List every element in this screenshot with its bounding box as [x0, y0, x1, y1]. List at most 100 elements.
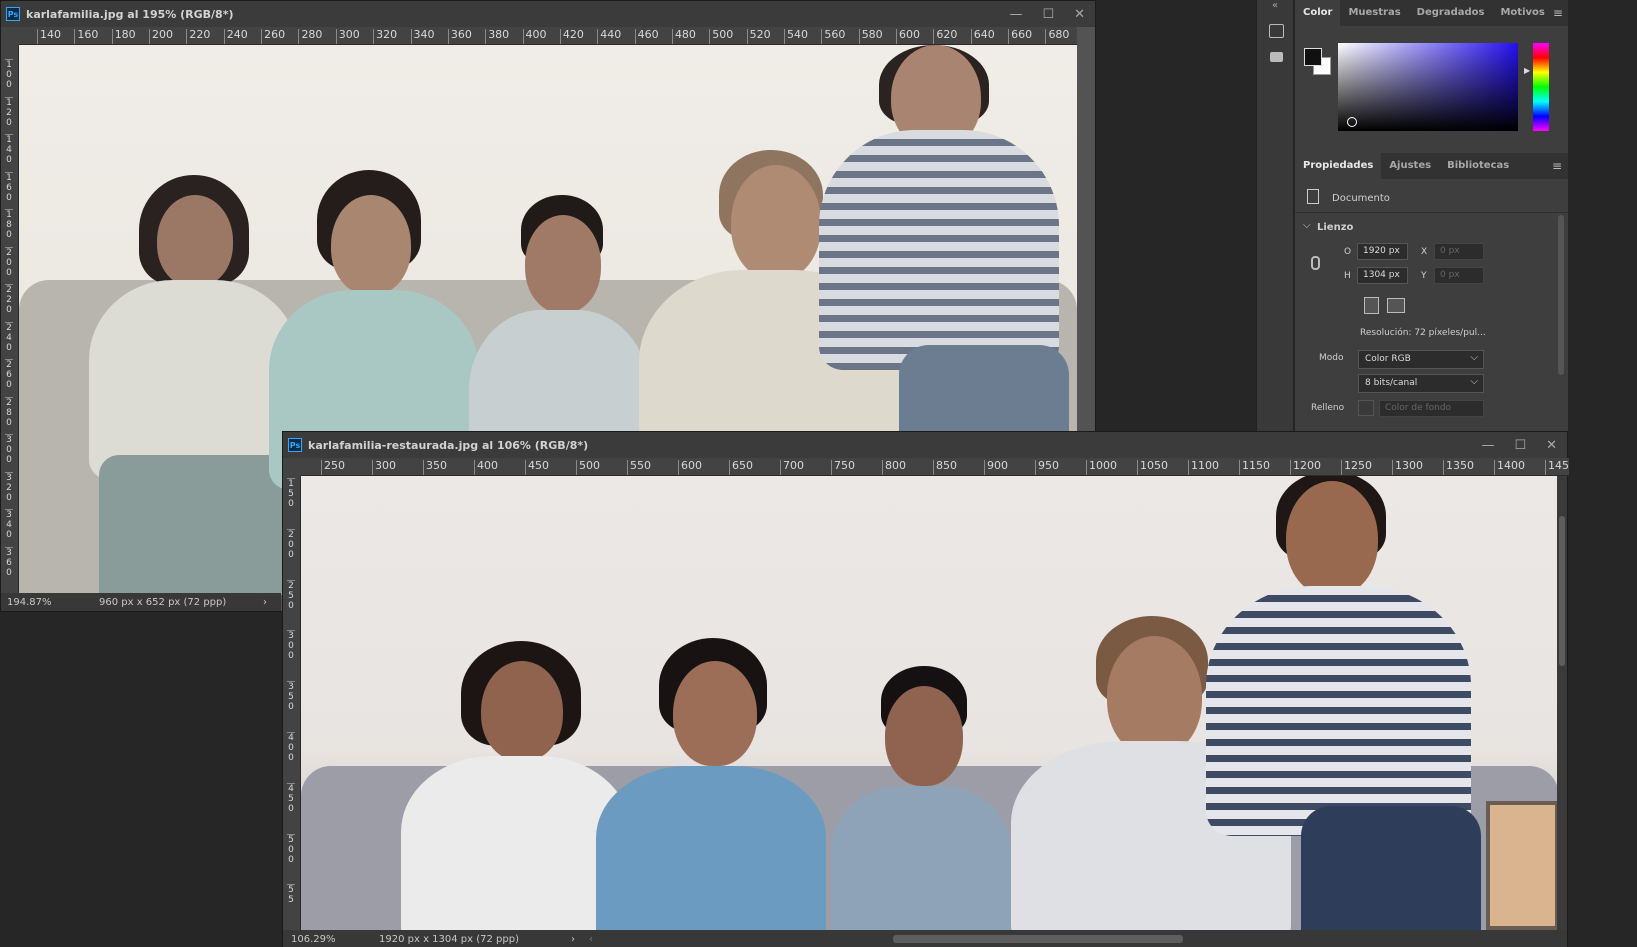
color-field[interactable] — [1338, 43, 1518, 131]
ruler-tick-label: 600 — [678, 460, 702, 475]
ruler-tick-label: 500 — [287, 833, 295, 865]
color-picker-marker[interactable] — [1347, 117, 1357, 127]
portrait-orientation-icon[interactable] — [1364, 297, 1379, 314]
x-field[interactable]: 0 px — [1434, 243, 1484, 260]
ruler-tick-label: 140 — [5, 134, 13, 165]
document-label: Documento — [1332, 193, 1390, 204]
hue-slider[interactable] — [1533, 43, 1549, 131]
height-field[interactable]: 1304 px — [1357, 267, 1408, 284]
width-field[interactable]: 1920 px — [1357, 243, 1408, 260]
vertical-ruler[interactable]: 150 200 250 300 350 400 450 500 55 — [283, 476, 301, 930]
fill-select[interactable]: Color de fondo — [1379, 400, 1484, 417]
fill-swatch[interactable] — [1358, 400, 1374, 416]
horizontal-ruler[interactable]: 140 160 180 200 220 240 260 280 300 320 340 360 380 4… — [19, 27, 1077, 45]
ruler-tick-label: 300 — [287, 630, 295, 662]
window-titlebar[interactable]: Ps karlafamilia-restaurada.jpg al 106% (… — [283, 432, 1567, 458]
link-dimensions-icon[interactable] — [1311, 256, 1320, 270]
document-window-restored[interactable]: Ps karlafamilia-restaurada.jpg al 106% (… — [282, 431, 1569, 947]
ruler-tick-label: 200 — [287, 528, 295, 560]
ruler-tick-label: 300 — [372, 460, 396, 475]
horizontal-ruler[interactable]: 250 300 350 400 450 500 550 600 650 700 750 800 850 9… — [301, 458, 1569, 476]
section-lienzo[interactable]: Lienzo — [1317, 222, 1353, 233]
document-info[interactable]: 960 px x 652 px (72 ppp) — [99, 597, 226, 608]
tab-color[interactable]: Color — [1295, 0, 1341, 26]
close-icon[interactable]: ✕ — [1074, 7, 1085, 22]
ruler-tick-label: 340 — [410, 29, 435, 44]
horizontal-scrollbar[interactable] — [893, 935, 1183, 943]
tab-muestras[interactable]: Muestras — [1340, 0, 1408, 26]
tab-motivos[interactable]: Motivos — [1492, 0, 1552, 26]
ruler-tick-label: 700 — [780, 460, 804, 475]
landscape-orientation-icon[interactable] — [1387, 298, 1405, 313]
ruler-tick-label: 540 — [784, 29, 808, 44]
ruler-tick-label: 220 — [5, 284, 13, 315]
ruler-tick-label: 580 — [858, 29, 883, 44]
ruler-tick-label: 500 — [709, 29, 733, 44]
ruler-tick-label: 1350 — [1443, 460, 1474, 475]
maximize-icon[interactable]: ☐ — [1514, 438, 1526, 453]
canvas-photo-restored[interactable] — [301, 476, 1559, 930]
ruler-tick-label: 320 — [5, 471, 13, 503]
comments-icon[interactable] — [1270, 52, 1283, 62]
bit-depth-select[interactable]: 8 bits/canal — [1358, 373, 1484, 393]
minimize-icon[interactable]: — — [1481, 438, 1494, 453]
divider — [1295, 212, 1568, 213]
ruler-tick-label: 500 — [576, 460, 600, 475]
ruler-tick-label: 420 — [559, 29, 584, 44]
vertical-ruler[interactable]: 100 120 140 160 180 200 220 240 260 280 300 320 340 3… — [1, 45, 19, 595]
window-titlebar[interactable]: Ps karlafamilia.jpg al 195% (RGB/8*) — ☐… — [1, 1, 1095, 27]
tab-degradados[interactable]: Degradados — [1409, 0, 1493, 26]
zoom-level[interactable]: 106.29% — [291, 934, 379, 945]
ruler-tick-label: 640 — [970, 29, 995, 44]
width-label: O — [1344, 247, 1352, 257]
ruler-tick-label: 620 — [933, 29, 957, 44]
fill-label: Relleno — [1311, 403, 1345, 413]
chevron-down-icon[interactable]: ⌵ — [1303, 220, 1311, 231]
vertical-scrollbar[interactable] — [1557, 476, 1567, 930]
ruler-tick-label: 145 — [1545, 460, 1569, 475]
mode-select[interactable]: Color RGB — [1358, 349, 1484, 369]
zoom-level[interactable]: 194.87% — [7, 597, 99, 608]
ruler-tick-label: 220 — [186, 29, 210, 44]
ruler-tick-label: 260 — [261, 29, 285, 44]
ruler-tick-label: 240 — [5, 321, 13, 353]
scroll-left-icon[interactable]: ‹ — [589, 934, 593, 945]
ruler-tick-label: 200 — [149, 29, 173, 44]
tab-propiedades[interactable]: Propiedades — [1295, 153, 1382, 179]
ruler-tick-label: 750 — [831, 460, 855, 475]
hue-arrow-icon[interactable]: ▶ — [1524, 66, 1530, 75]
tab-bibliotecas[interactable]: Bibliotecas — [1439, 153, 1517, 179]
ruler-origin[interactable] — [283, 458, 301, 476]
ruler-tick-label: 200 — [5, 246, 13, 278]
document-info[interactable]: 1920 px x 1304 px (72 ppp) — [379, 934, 519, 945]
ruler-tick-label: 450 — [525, 460, 549, 475]
ruler-tick-label: 1200 — [1290, 460, 1321, 475]
ruler-tick-label: 1100 — [1188, 460, 1219, 475]
picture-frame — [1486, 801, 1559, 930]
panel-menu-icon[interactable]: ≡ — [1553, 6, 1563, 20]
ruler-tick-label: 300 — [5, 434, 13, 465]
y-field[interactable]: 0 px — [1434, 267, 1484, 284]
ruler-tick-label: 400 — [522, 29, 547, 44]
ruler-tick-label: 450 — [287, 782, 295, 814]
collapse-panels-icon[interactable]: « — [1272, 0, 1278, 11]
status-arrow-icon[interactable]: › — [571, 934, 575, 945]
color-panel-tabs: Color Muestras Degradados Motivos ≡ — [1295, 0, 1568, 26]
ruler-origin[interactable] — [1, 27, 19, 45]
history-icon[interactable] — [1269, 24, 1284, 38]
ruler-tick-label: 300 — [335, 29, 360, 44]
foreground-color-swatch[interactable] — [1304, 48, 1322, 66]
maximize-icon[interactable]: ☐ — [1042, 7, 1054, 22]
tab-ajustes[interactable]: Ajustes — [1381, 153, 1439, 179]
ruler-tick-label: 440 — [597, 29, 621, 44]
close-icon[interactable]: ✕ — [1546, 438, 1557, 453]
status-arrow-icon[interactable]: › — [263, 597, 267, 608]
mode-label: Modo — [1319, 353, 1344, 363]
y-label: Y — [1421, 271, 1427, 281]
photoshop-icon: Ps — [288, 438, 302, 452]
ruler-tick-label: 120 — [5, 96, 13, 128]
ruler-tick-label: 660 — [1008, 29, 1032, 44]
minimize-icon[interactable]: — — [1009, 7, 1022, 22]
properties-menu-icon[interactable]: ≡ — [1552, 159, 1562, 173]
panel-scrollbar[interactable] — [1558, 215, 1564, 375]
